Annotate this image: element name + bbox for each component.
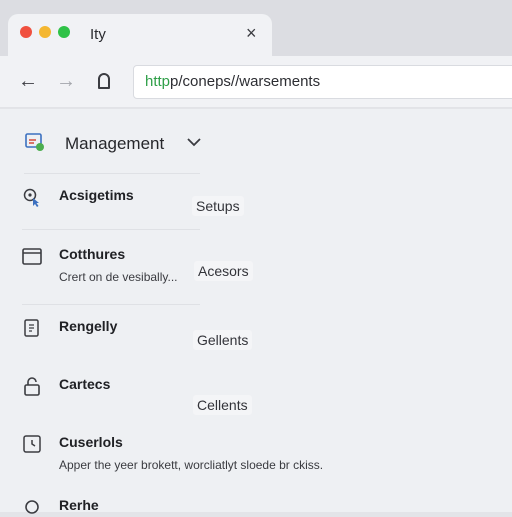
window-icon [22,246,42,266]
cursor-gear-icon [22,187,42,207]
list-item-label: Cotthures [59,246,126,262]
list-item-label: Rengelly [59,318,118,334]
tab-title: Ity [90,26,106,43]
lock-icon [22,376,42,396]
list-item-label: Cuserlols [59,434,123,450]
management-icon [24,131,44,151]
back-arrow-icon[interactable]: ← [15,68,41,94]
document-icon [22,318,42,338]
management-dropdown[interactable]: Management [24,129,284,157]
home-icon[interactable] [91,68,117,94]
browser-toolbar: ← → httpp/coneps//warsements [0,56,512,108]
url-scheme: http [145,73,171,90]
cellents-chip[interactable]: Cellents [193,395,252,415]
window-close-dot[interactable] [20,26,32,38]
list-item-label: Cartecs [59,376,111,392]
chevron-down-icon[interactable] [186,134,202,150]
page-content: Management Acsigetims Cotthures Crert on… [0,109,512,514]
forward-arrow-icon[interactable]: → [53,68,79,94]
window-maximize-dot[interactable] [58,26,70,38]
divider [24,173,200,174]
list-item-description: Apper the yeer brokett, worcliatlyt sloe… [59,458,324,472]
tab-close-icon[interactable]: × [246,22,257,44]
management-label: Management [65,134,165,153]
window-minimize-dot[interactable] [39,26,51,38]
list-item-description: Crert on de vesibally... [59,270,178,284]
list-item-label: Rerhe [59,497,99,513]
setups-chip[interactable]: Setups [192,196,244,216]
browser-window: Ity × ← → httpp/coneps//warsements Manag… [0,0,512,514]
address-bar[interactable]: httpp/coneps//warsements [133,65,512,99]
list-item-label: Acsigetims [59,187,134,203]
tab-strip: Ity × [0,0,512,58]
accessors-chip[interactable]: Acesors [194,261,253,281]
url-path: p/coneps//warsements [170,73,321,90]
divider [22,304,200,305]
gear-icon [22,497,42,517]
divider [22,229,200,230]
gellents-chip[interactable]: Gellents [193,330,253,350]
clock-icon [22,434,42,454]
